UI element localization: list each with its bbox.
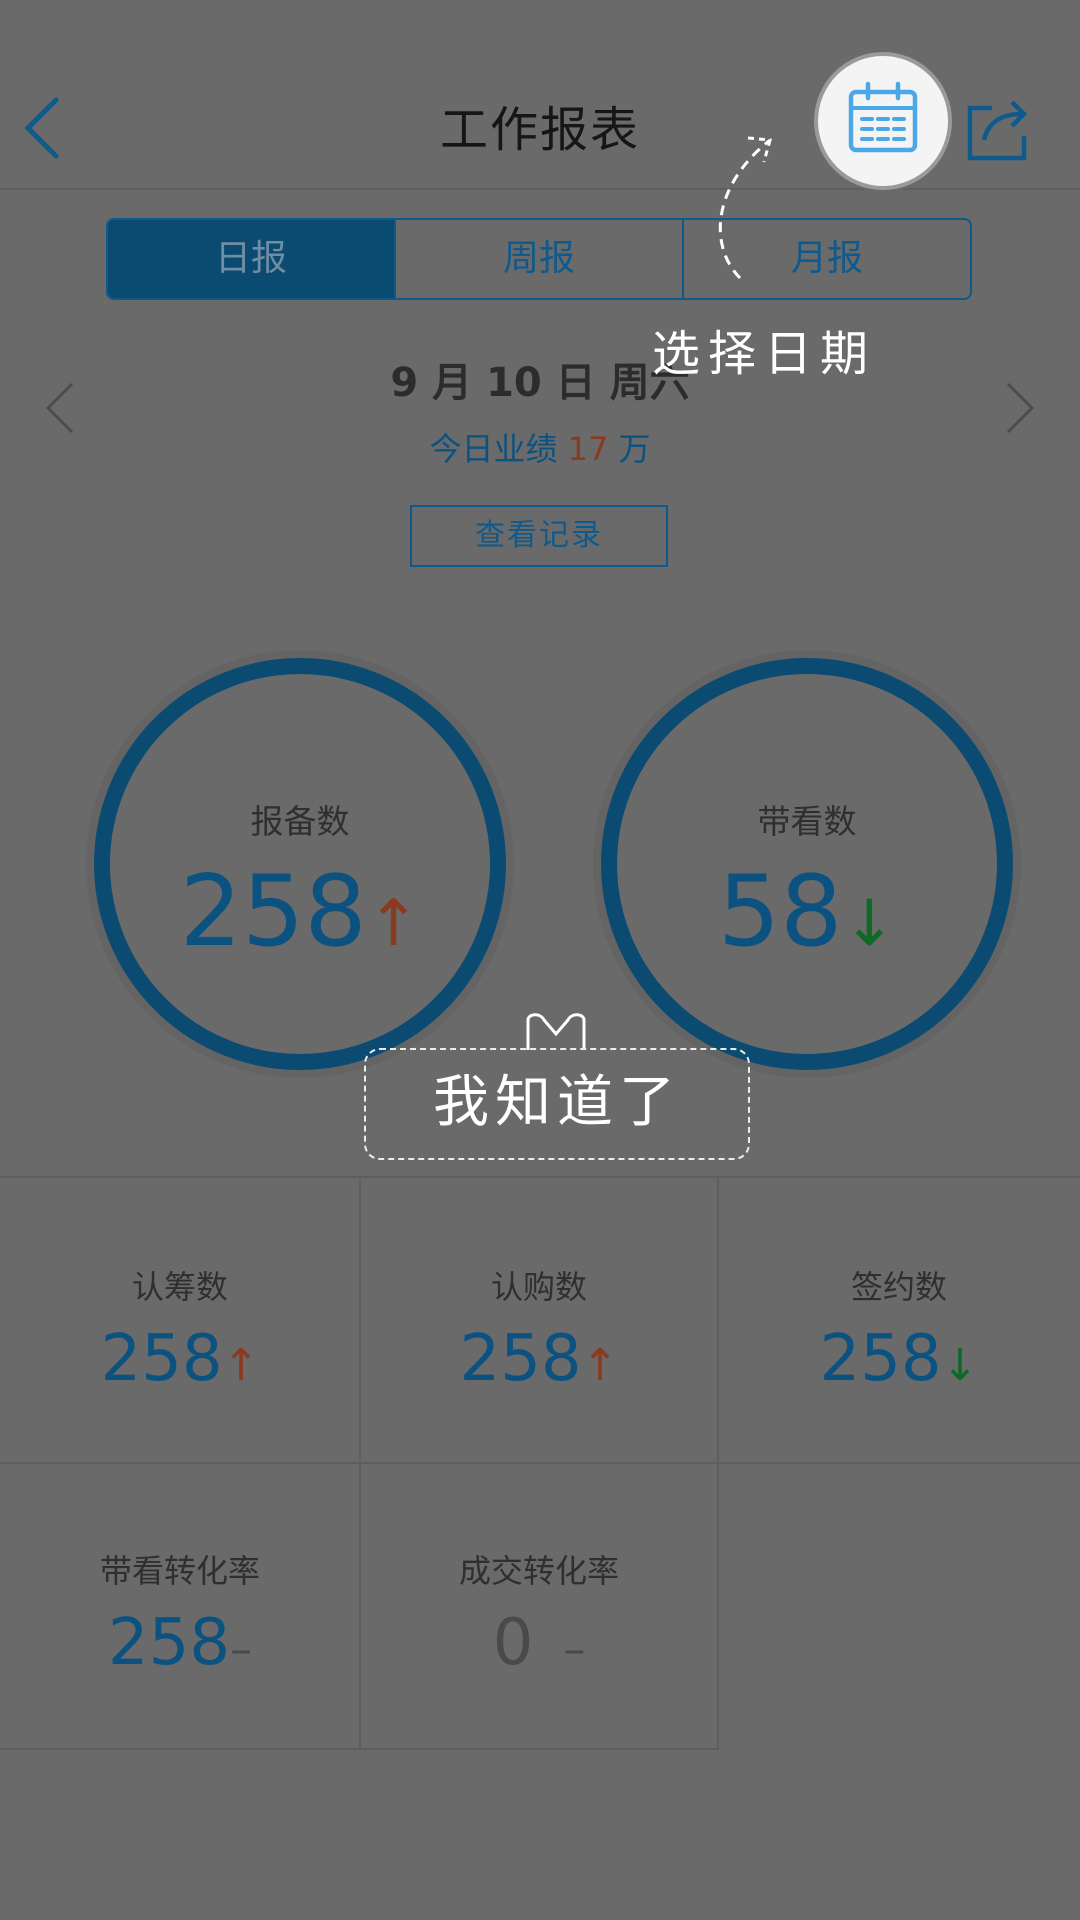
stat-value-row: 258– bbox=[0, 1606, 360, 1680]
stat-label: 带看转化率 bbox=[99, 1552, 260, 1590]
stat-value: 258 bbox=[819, 1322, 942, 1396]
trend-down-icon: ↓ bbox=[941, 1340, 979, 1391]
stat-value: 258 bbox=[107, 1606, 231, 1680]
stat-value: 0 bbox=[492, 1606, 534, 1680]
stat-label: 认购数 bbox=[490, 1268, 587, 1306]
trend-up-icon: ↑ bbox=[222, 1340, 260, 1391]
trend-down-icon: ↓ bbox=[842, 887, 897, 961]
stat-label: 认筹数 bbox=[131, 1268, 228, 1306]
stat-label: 签约数 bbox=[850, 1268, 947, 1306]
share-icon bbox=[967, 100, 1028, 161]
ring-value-row: 58↓ bbox=[601, 855, 1013, 969]
stat-value: 258 bbox=[100, 1322, 223, 1396]
ring-label: 带看数 bbox=[757, 802, 857, 841]
calendar-button[interactable] bbox=[818, 56, 948, 186]
guide-pointer-icon bbox=[526, 1013, 586, 1050]
stat-value-row: 258↑ bbox=[360, 1322, 718, 1396]
dismiss-guide-button[interactable]: 我知道了 bbox=[364, 1048, 750, 1160]
stat-label: 成交转化率 bbox=[458, 1552, 619, 1590]
stat-value-row: 0– bbox=[360, 1606, 718, 1680]
performance-value: 17 bbox=[567, 430, 609, 468]
divider bbox=[0, 1176, 1080, 1178]
view-records-button[interactable]: 查看记录 bbox=[410, 505, 668, 567]
ring-label: 报备数 bbox=[250, 802, 350, 841]
trend-up-icon: ↑ bbox=[366, 887, 421, 961]
trend-up-icon: ↑ bbox=[581, 1340, 619, 1391]
trend-flat-icon: – bbox=[230, 1624, 253, 1675]
share-button[interactable] bbox=[962, 92, 1038, 168]
report-tabs: 日报 周报 月报 bbox=[106, 218, 972, 300]
calendar-icon bbox=[848, 81, 918, 153]
ring-value: 58 bbox=[717, 855, 843, 969]
stat-value-row: 258↓ bbox=[718, 1322, 1080, 1396]
performance-suffix: 万 bbox=[608, 430, 651, 468]
stat-value-row: 258↑ bbox=[0, 1322, 360, 1396]
today-performance: 今日业绩 17 万 bbox=[0, 424, 1080, 470]
tab-weekly[interactable]: 周报 bbox=[394, 220, 682, 298]
ring-value: 258 bbox=[179, 855, 367, 969]
divider bbox=[0, 1462, 1080, 1464]
trend-flat-icon: – bbox=[563, 1624, 586, 1675]
tab-daily[interactable]: 日报 bbox=[108, 220, 394, 298]
current-date: 9 月 10 日 周六 bbox=[390, 360, 690, 406]
stat-value: 258 bbox=[459, 1322, 582, 1396]
performance-prefix: 今日业绩 bbox=[429, 430, 568, 468]
ring-value-row: 258↑ bbox=[94, 855, 506, 969]
guide-arrow-icon bbox=[718, 136, 772, 280]
guide-hint-text: 选择日期 bbox=[652, 326, 877, 382]
